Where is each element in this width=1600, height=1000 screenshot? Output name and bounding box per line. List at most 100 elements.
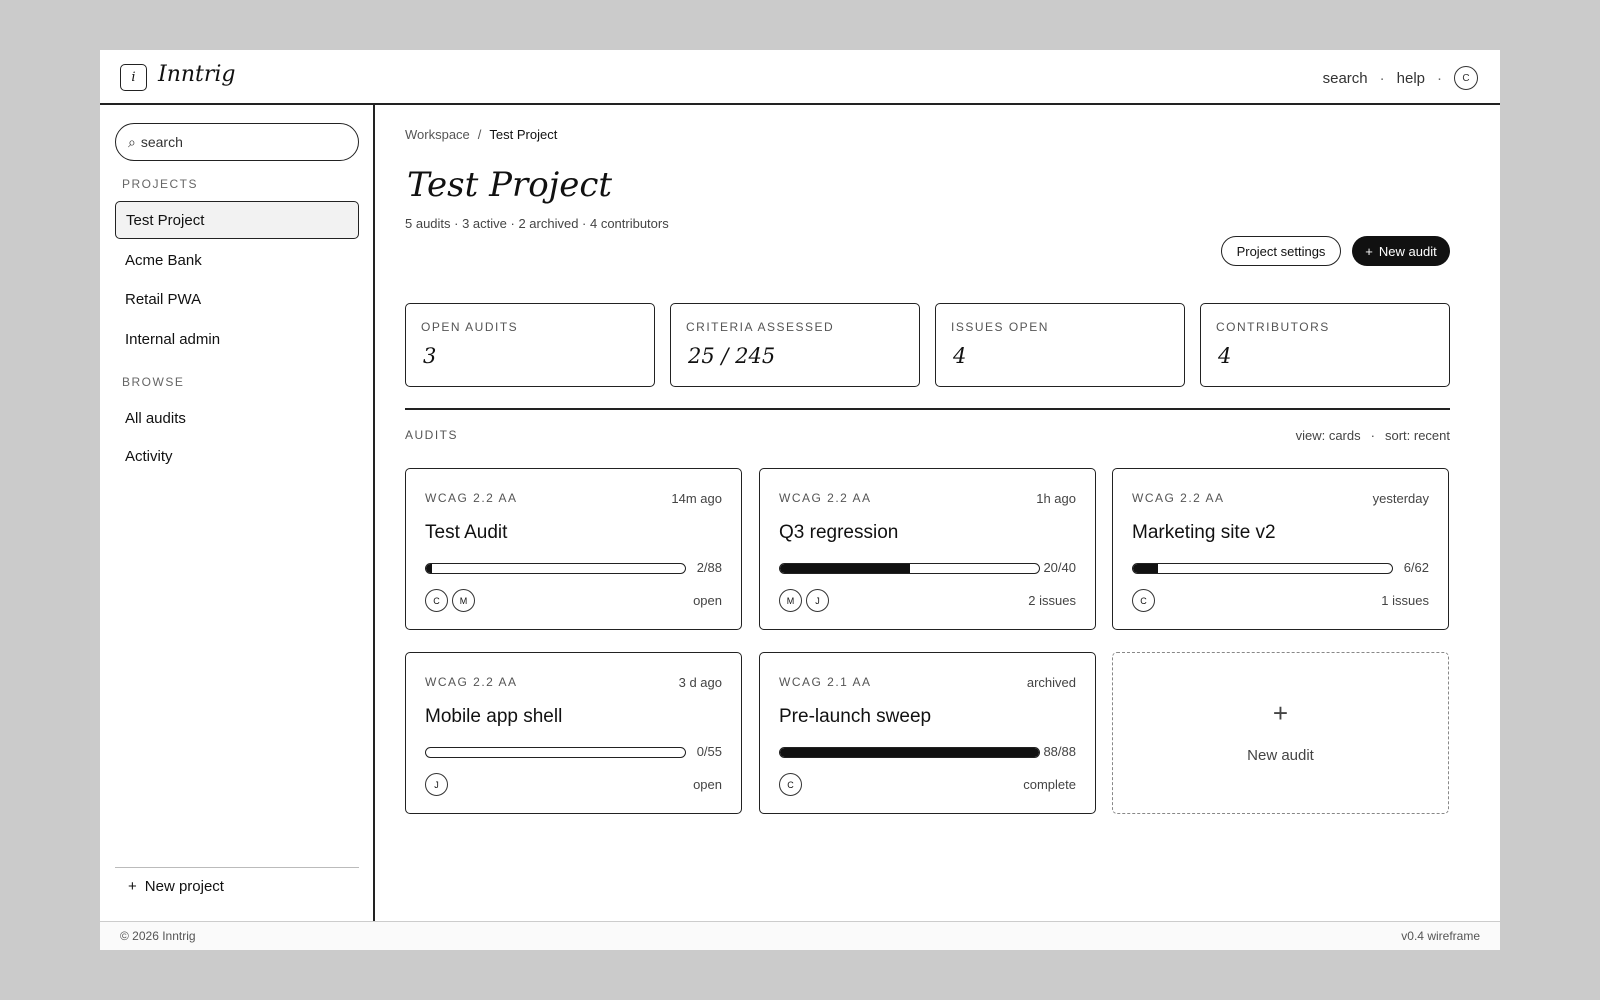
audit-contributors: C [1132, 589, 1155, 612]
audit-progress-bar [779, 563, 1040, 574]
sidebar-search-input[interactable]: ⌕ search [115, 123, 359, 161]
footer: © 2026 Inntrig v0.4 wireframe [100, 921, 1500, 950]
stat-value: 3 [423, 344, 437, 368]
avatar: M [779, 589, 802, 612]
view-separator: · [1370, 428, 1375, 443]
audit-card[interactable]: WCAG 2.2 AA 14m ago Test Audit 2/88 C M … [405, 468, 742, 630]
breadcrumb-separator: / [477, 127, 482, 142]
audit-standard: WCAG 2.2 AA [425, 675, 518, 689]
nav-separator: · [1437, 69, 1442, 87]
view-toggle[interactable]: view: cards [1296, 428, 1361, 443]
stat-label: CONTRIBUTORS [1216, 320, 1330, 334]
sidebar-item-all-audits[interactable]: All audits [115, 399, 359, 437]
audit-time: yesterday [1372, 491, 1429, 506]
breadcrumb-current: Test Project [489, 127, 558, 142]
audit-card[interactable]: WCAG 2.2 AA 3 d ago Mobile app shell 0/5… [405, 652, 742, 814]
audit-progress-fill [780, 564, 910, 573]
footer-copyright: © 2026 Inntrig [120, 929, 196, 943]
stat-label: OPEN AUDITS [421, 320, 519, 334]
footer-version: v0.4 wireframe [1401, 929, 1480, 943]
stat-card-criteria-assessed: CRITERIA ASSESSED 25 / 245 [670, 303, 920, 387]
audit-card[interactable]: WCAG 2.2 AA 1h ago Q3 regression 20/40 M… [759, 468, 1096, 630]
new-project-label: New project [144, 878, 224, 895]
plus-icon: + [1365, 243, 1373, 259]
top-nav: search · help · C [1323, 65, 1478, 91]
sidebar-item-retail-pwa[interactable]: Retail PWA [115, 280, 359, 318]
audit-count: 2/88 [696, 560, 722, 575]
project-settings-button[interactable]: Project settings [1221, 236, 1341, 266]
audit-status: open [693, 777, 722, 792]
audit-name: Test Audit [425, 522, 508, 543]
audit-standard: WCAG 2.1 AA [779, 675, 872, 689]
new-audit-label: New audit [1378, 243, 1437, 259]
new-audit-card[interactable]: + New audit [1112, 652, 1449, 814]
projects-section-label: PROJECTS [122, 177, 199, 191]
sidebar-item-test-project[interactable]: Test Project [115, 201, 359, 239]
stat-card-contributors: CONTRIBUTORS 4 [1200, 303, 1450, 387]
audit-time: archived [1026, 675, 1076, 690]
stat-label: CRITERIA ASSESSED [686, 320, 835, 334]
stat-value: 4 [1218, 344, 1232, 368]
audit-name: Marketing site v2 [1132, 522, 1276, 543]
sidebar-divider [115, 867, 359, 868]
sidebar: ⌕ search PROJECTS Test Project Acme Bank… [100, 105, 375, 921]
new-project-button[interactable]: + New project [128, 878, 224, 895]
audit-card[interactable]: WCAG 2.2 AA yesterday Marketing site v2 … [1112, 468, 1449, 630]
top-bar: i Inntrig search · help · C [100, 50, 1500, 105]
logo-icon: i [120, 64, 147, 91]
browse-section-label: BROWSE [122, 375, 185, 389]
audit-name: Q3 regression [779, 522, 899, 543]
audit-name: Mobile app shell [425, 706, 563, 727]
search-icon: ⌕ [128, 133, 136, 150]
new-audit-card-label: New audit [1247, 747, 1314, 764]
app-name: Inntrig [158, 62, 236, 87]
audit-time: 3 d ago [678, 675, 722, 690]
avatar: J [425, 773, 448, 796]
top-search-link[interactable]: search [1323, 70, 1368, 87]
audit-progress-bar [425, 563, 686, 574]
audit-card[interactable]: WCAG 2.1 AA archived Pre-launch sweep 88… [759, 652, 1096, 814]
view-controls: view: cards · sort: recent [1296, 428, 1450, 443]
audit-count: 0/55 [696, 744, 722, 759]
audit-progress-fill [426, 564, 432, 573]
app-window: i Inntrig search · help · C ⌕ search PRO… [100, 50, 1500, 950]
audits-section-label: AUDITS [405, 428, 459, 442]
audit-time: 14m ago [671, 491, 722, 506]
audit-status: open [693, 593, 722, 608]
audit-time: 1h ago [1036, 491, 1076, 506]
audit-standard: WCAG 2.2 AA [425, 491, 518, 505]
sort-toggle[interactable]: sort: recent [1385, 428, 1450, 443]
avatar: C [1132, 589, 1155, 612]
audit-progress-fill [1133, 564, 1159, 573]
top-help-link[interactable]: help [1397, 70, 1425, 87]
stat-label: ISSUES OPEN [951, 320, 1049, 334]
plus-icon: + [128, 878, 137, 895]
breadcrumb-workspace[interactable]: Workspace [405, 127, 470, 142]
breadcrumb: Workspace / Test Project [405, 127, 557, 142]
stat-card-issues-open: ISSUES OPEN 4 [935, 303, 1185, 387]
avatar: C [425, 589, 448, 612]
audit-count: 20/40 [1043, 560, 1076, 575]
page-subtitle: 5 audits · 3 active · 2 archived · 4 con… [405, 216, 669, 231]
audit-standard: WCAG 2.2 AA [779, 491, 872, 505]
nav-separator: · [1379, 69, 1385, 87]
audit-contributors: C M [425, 589, 475, 612]
stat-value: 25 / 245 [688, 344, 776, 368]
main-content: Workspace / Test Project Test Project 5 … [377, 105, 1500, 921]
audit-progress-bar [779, 747, 1040, 758]
avatar: C [779, 773, 802, 796]
user-avatar[interactable]: C [1454, 66, 1478, 90]
audit-progress-fill [780, 748, 1039, 757]
avatar: J [806, 589, 829, 612]
new-audit-button[interactable]: + New audit [1352, 236, 1450, 266]
audit-count: 6/62 [1403, 560, 1429, 575]
stat-card-open-audits: OPEN AUDITS 3 [405, 303, 655, 387]
sidebar-item-acme-bank[interactable]: Acme Bank [115, 241, 359, 279]
audit-contributors: M J [779, 589, 829, 612]
audit-status: complete [1023, 777, 1076, 792]
stat-value: 4 [953, 344, 967, 368]
sidebar-item-internal-admin[interactable]: Internal admin [115, 320, 359, 358]
sidebar-item-activity[interactable]: Activity [115, 437, 359, 475]
section-divider [405, 408, 1450, 410]
page-title: Test Project [407, 165, 613, 205]
